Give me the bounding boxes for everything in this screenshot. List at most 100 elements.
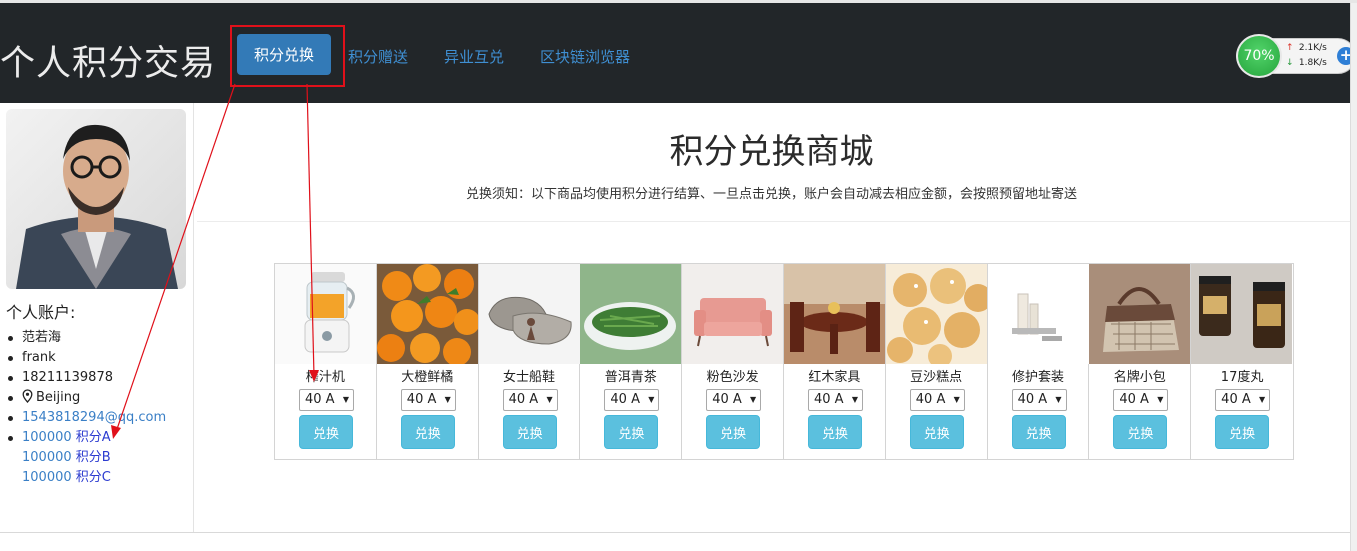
product-card: 粉色沙发 40 A ▼ 兑换 (682, 264, 784, 459)
quantity-select[interactable]: 40 A ▼ (502, 389, 558, 411)
product-card: 修护套装 40 A ▼ 兑换 (987, 264, 1090, 459)
points-a: 100000 积分A (7, 428, 166, 448)
product-card: 红木家具 40 A ▼ 兑换 (783, 264, 886, 459)
exchange-button[interactable]: 兑换 (706, 415, 761, 449)
product-image-pastry (885, 264, 987, 364)
quantity-select-value: 40 A (915, 392, 946, 407)
upload-speed: ↑ 2.1K/s (1286, 43, 1327, 53)
network-speed-widget[interactable]: 70% ↑ 2.1K/s ↓ 1.8K/s + (1236, 34, 1357, 78)
map-pin-icon (22, 389, 33, 403)
quantity-select[interactable]: 40 A ▼ (604, 389, 660, 411)
product-name: 名牌小包 (1113, 370, 1166, 385)
product-image-handbag (1089, 264, 1191, 364)
product-name: 大橙鲜橘 (401, 370, 454, 385)
product-image-sofa (682, 264, 784, 364)
account-info-list: 范若海 frank 18211139878 Beijing 1543818294… (7, 328, 166, 488)
caret-down-icon: ▼ (648, 395, 655, 404)
exchange-button[interactable]: 兑换 (807, 415, 862, 449)
points-b: 100000 积分B (22, 448, 166, 468)
exchange-button[interactable]: 兑换 (604, 415, 659, 449)
caret-down-icon: ▼ (1055, 395, 1062, 404)
exchange-button[interactable]: 兑换 (909, 415, 964, 449)
exchange-button[interactable]: 兑换 (502, 415, 557, 449)
quantity-select-value: 40 A (712, 392, 742, 407)
product-name: 粉色沙发 (706, 370, 759, 385)
product-card: 女士船鞋 40 A ▼ 兑换 (478, 264, 581, 459)
brand-title[interactable]: 个人积分交易 (0, 35, 216, 86)
product-card: 17度丸 40 A ▼ 兑换 (1191, 264, 1293, 459)
points-c: 100000 积分C (22, 468, 166, 488)
download-speed: ↓ 1.8K/s (1286, 58, 1327, 68)
product-card: 普洱青茶 40 A ▼ 兑换 (580, 264, 683, 459)
points-c-label: 积分C (75, 470, 111, 485)
exchange-button[interactable]: 兑换 (400, 415, 455, 449)
exchange-button[interactable]: 兑换 (1215, 415, 1270, 449)
caret-down-icon: ▼ (444, 395, 451, 404)
caret-down-icon: ▼ (546, 395, 553, 404)
footer-divider (0, 532, 1350, 533)
header-divider (197, 221, 1350, 222)
upload-arrow-icon: ↑ (1286, 43, 1294, 53)
product-image-coffee-jars (1191, 264, 1293, 364)
product-image-juicer (275, 264, 376, 364)
exchange-button[interactable]: 兑换 (1011, 415, 1066, 449)
product-card: 大橙鲜橘 40 A ▼ 兑换 (376, 264, 479, 459)
product-name: 豆沙糕点 (910, 370, 963, 385)
upload-speed-value: 2.1K/s (1298, 43, 1327, 53)
avatar (6, 109, 186, 289)
product-name: 17度丸 (1220, 370, 1264, 385)
product-card: 豆沙糕点 40 A ▼ 兑换 (885, 264, 988, 459)
caret-down-icon: ▼ (342, 395, 349, 404)
exchange-notice: 兑换须知：以下商品均使用积分进行结算、一旦点击兑换，账户会自动减去相应金额，会按… (465, 187, 1077, 202)
nav-tab-gift[interactable]: 积分赠送 (348, 46, 408, 67)
exchange-button[interactable]: 兑换 (1113, 415, 1168, 449)
product-image-shoes (478, 264, 580, 364)
quantity-select[interactable]: 40 A ▼ (1113, 389, 1169, 411)
quantity-select[interactable]: 40 A ▼ (1011, 389, 1067, 411)
points-a-amount: 100000 (22, 430, 72, 445)
product-card: 名牌小包 40 A ▼ 兑换 (1089, 264, 1192, 459)
caret-down-icon: ▼ (750, 395, 757, 404)
quantity-select-value: 40 A (508, 392, 539, 407)
product-name: 普洱青茶 (604, 370, 657, 385)
quantity-select[interactable]: 40 A ▼ (400, 389, 456, 411)
product-image-oranges (376, 264, 478, 364)
navbar: 个人积分交易 积分兑换 积分赠送 异业互兑 区块链浏览器 (0, 3, 1350, 103)
quantity-select[interactable]: 40 A ▼ (706, 389, 762, 411)
caret-down-icon: ▼ (851, 395, 858, 404)
caret-down-icon: ▼ (1259, 395, 1266, 404)
quantity-select[interactable]: 40 A ▼ (807, 389, 863, 411)
caret-down-icon: ▼ (1157, 395, 1164, 404)
nav-tab-cross-exchange[interactable]: 异业互兑 (444, 46, 504, 67)
page-title: 积分兑换商城 (669, 132, 874, 172)
quantity-select-value: 40 A (1221, 392, 1251, 407)
product-name: 榨汁机 (305, 370, 345, 385)
quantity-select-value: 40 A (813, 392, 844, 407)
quantity-select[interactable]: 40 A ▼ (1215, 389, 1271, 411)
points-b-amount: 100000 (22, 450, 72, 465)
quantity-select[interactable]: 40 A ▼ (299, 389, 354, 411)
quantity-select-value: 40 A (406, 392, 437, 407)
quantity-select[interactable]: 40 A ▼ (909, 389, 965, 411)
points-c-amount: 100000 (22, 470, 72, 485)
location-text: Beijing (36, 390, 81, 405)
account-location: Beijing (7, 388, 166, 408)
quantity-select-value: 40 A (610, 392, 640, 407)
exchange-button[interactable]: 兑换 (299, 415, 353, 449)
account-phone: 18211139878 (7, 368, 166, 388)
product-name: 红木家具 (808, 370, 861, 385)
scrollbar[interactable] (1350, 3, 1357, 551)
page: 个人积分交易 积分兑换 积分赠送 异业互兑 区块链浏览器 70% ↑ 2.1K/… (0, 0, 1357, 551)
annotation-highlight-box (230, 25, 345, 87)
points-a-label: 积分A (75, 430, 111, 445)
quantity-select-value: 40 A (1017, 392, 1048, 407)
product-name: 女士船鞋 (502, 370, 555, 385)
account-name-cn: 范若海 (7, 328, 166, 348)
nav-tab-blockchain-browser[interactable]: 区块链浏览器 (540, 46, 630, 67)
account-email[interactable]: 1543818294@qq.com (7, 408, 166, 428)
caret-down-icon: ▼ (953, 395, 960, 404)
product-card: 榨汁机 40 A ▼ 兑换 (275, 264, 377, 459)
product-image-skincare (987, 264, 1089, 364)
download-speed-value: 1.8K/s (1298, 58, 1327, 68)
quantity-select-value: 40 A (1119, 392, 1149, 407)
